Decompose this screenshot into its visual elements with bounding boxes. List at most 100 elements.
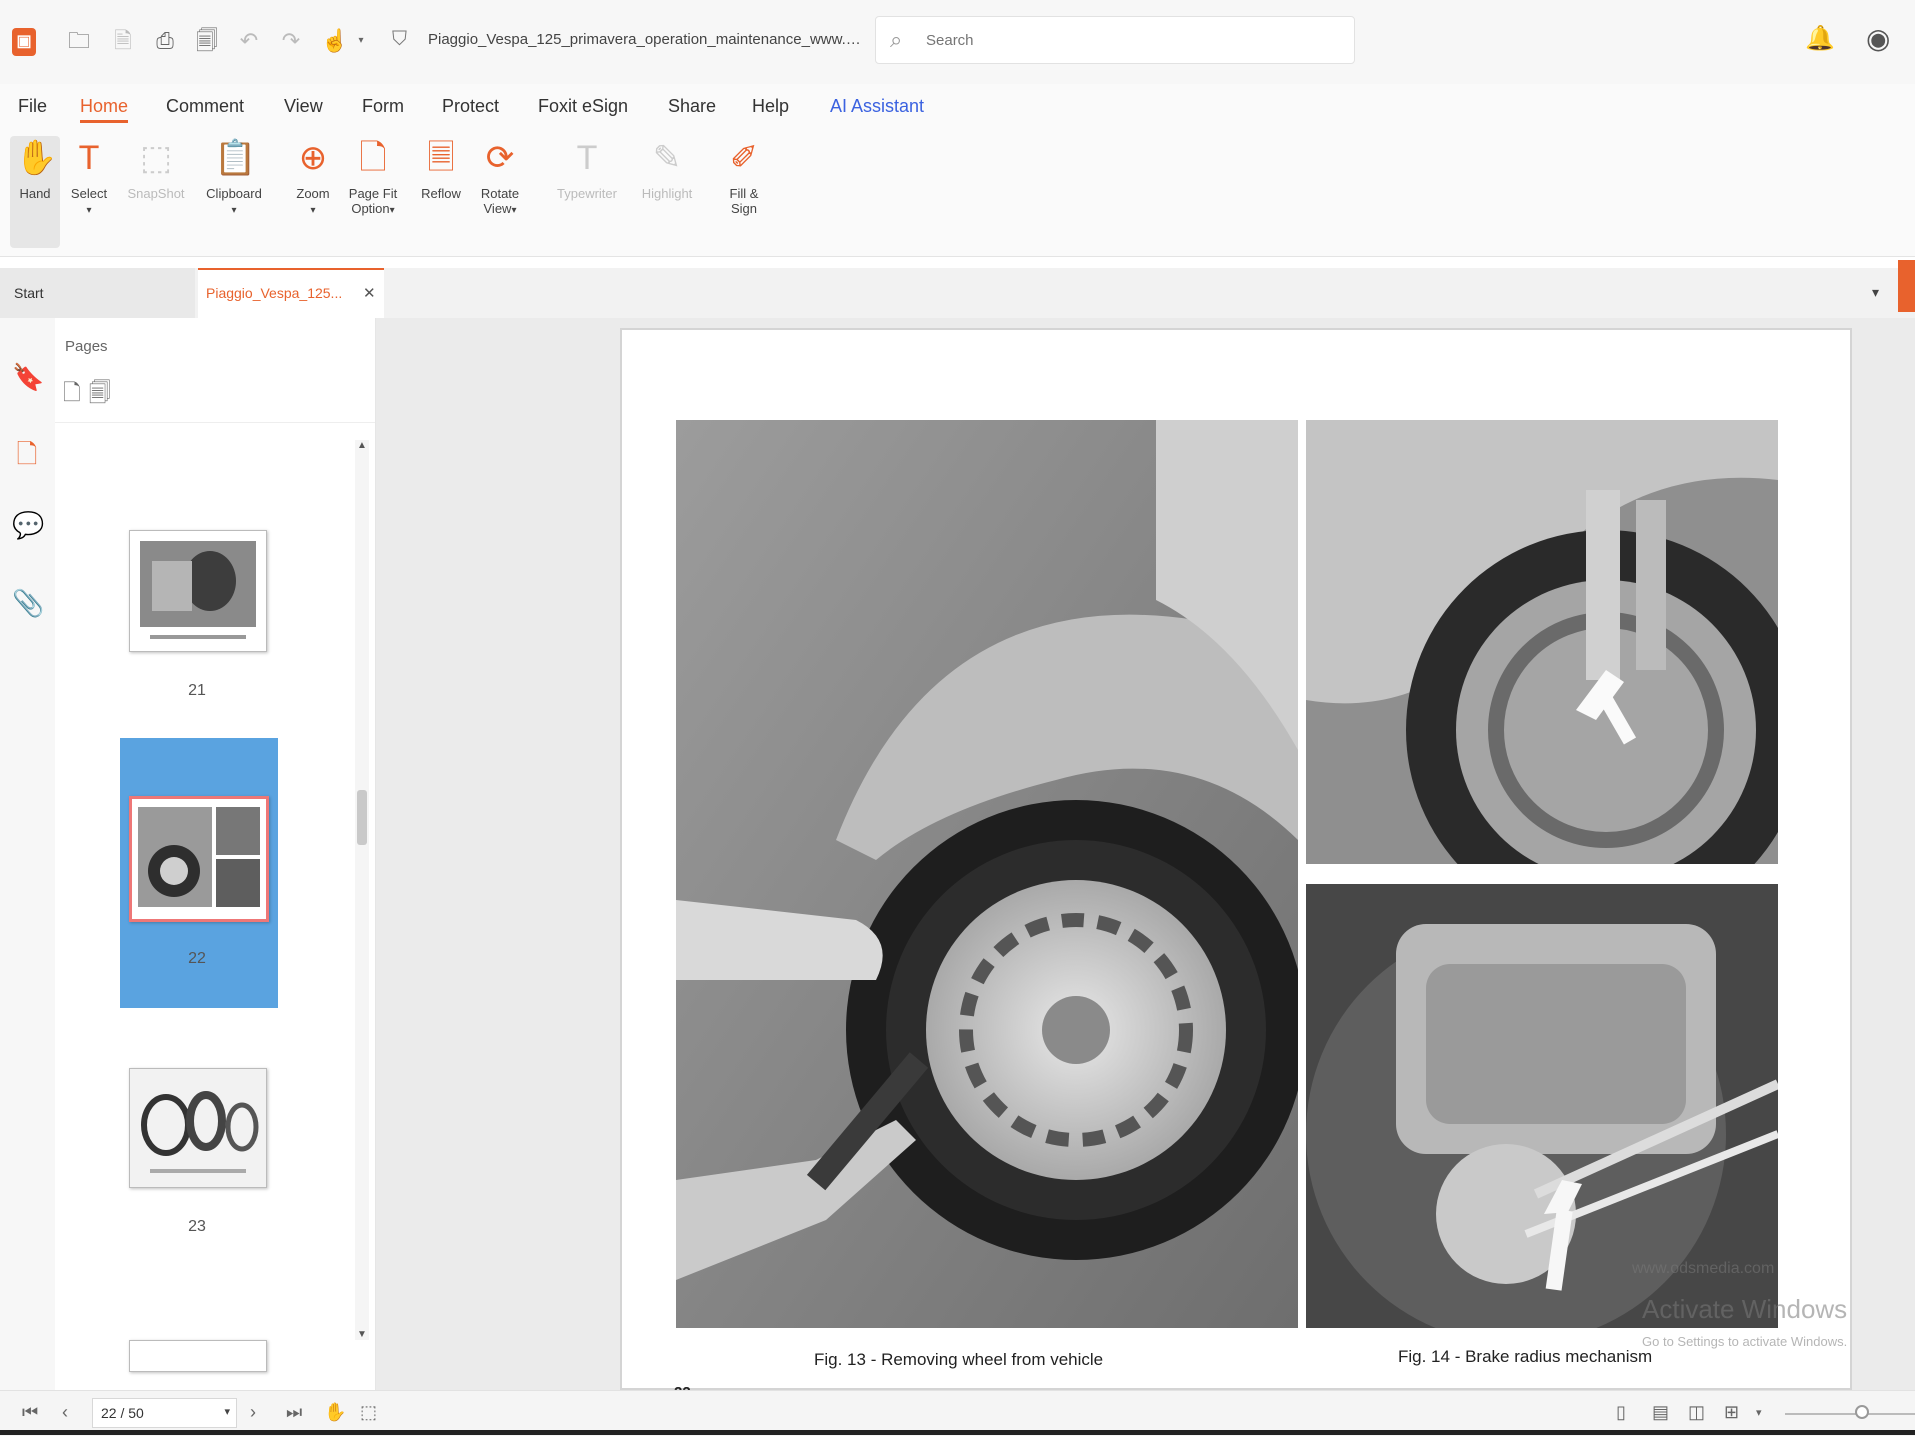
search-input[interactable] bbox=[924, 28, 1328, 52]
continuous-facing-view-icon[interactable]: ⊞ bbox=[1724, 1402, 1739, 1423]
page-thumbnail[interactable] bbox=[129, 530, 267, 652]
zoom-slider-track[interactable] bbox=[1785, 1413, 1915, 1415]
ribbon-toolbar: ✋ Hand T Select ▾ ⬚ SnapShot 📋 Clipboard ▾… bbox=[0, 128, 1915, 257]
os-taskbar bbox=[0, 1430, 1915, 1435]
figure-14-top-photo bbox=[1306, 420, 1778, 864]
snapshot-button[interactable]: ⬚ SnapShot bbox=[122, 136, 190, 201]
scroll-up-icon[interactable]: ▲ bbox=[357, 440, 367, 451]
pages-icon[interactable]: 🗋 bbox=[12, 436, 42, 470]
attachment-icon[interactable]: 📎 bbox=[12, 588, 44, 622]
reflow-label: Reflow bbox=[421, 186, 461, 201]
menu-foxit-esign[interactable]: Foxit eSign bbox=[538, 96, 628, 117]
scrollbar-thumb[interactable] bbox=[357, 790, 367, 845]
menu-ai-assistant[interactable]: AI Assistant bbox=[830, 96, 924, 117]
rotate-icon: ⟳ bbox=[485, 139, 515, 177]
page-thumbnail-number: 22 bbox=[188, 950, 206, 967]
close-tab-icon[interactable]: ✕ bbox=[363, 284, 376, 302]
tab-document[interactable]: Piaggio_Vespa_125... ✕ bbox=[198, 268, 384, 318]
clipboard-button[interactable]: 📋 Clipboard ▾ bbox=[198, 136, 270, 216]
tab-start[interactable]: Start bbox=[0, 268, 195, 318]
page-fit-label-1: Page Fit bbox=[348, 186, 398, 201]
search-box[interactable]: ⌕ bbox=[875, 16, 1355, 64]
snapshot-icon: ⬚ bbox=[139, 139, 173, 177]
menu-file[interactable]: File bbox=[18, 96, 47, 117]
pages-panel-scrollbar[interactable]: ▲ ▼ bbox=[355, 440, 369, 1340]
tab-document-label: Piaggio_Vespa_125... bbox=[206, 285, 343, 301]
last-page-icon[interactable]: ⏭ bbox=[286, 1402, 302, 1423]
foxit-logo-icon: ▣ bbox=[12, 28, 36, 56]
menu-comment[interactable]: Comment bbox=[166, 96, 244, 117]
undo-icon[interactable]: ↶ bbox=[234, 26, 264, 56]
fill-sign-icon: ✐ bbox=[729, 139, 759, 177]
figure-14-caption: Fig. 14 - Brake radius mechanism bbox=[1398, 1347, 1653, 1366]
print-icon[interactable]: ⎙ bbox=[150, 26, 180, 56]
open-folder-icon[interactable]: 🗀 bbox=[64, 26, 94, 56]
reflow-button[interactable]: 🗏 Reflow bbox=[414, 136, 468, 201]
select-label: Select bbox=[70, 186, 108, 201]
menu-form[interactable]: Form bbox=[362, 96, 404, 117]
search-icon: ⌕ bbox=[890, 27, 903, 52]
menu-view[interactable]: View bbox=[284, 96, 323, 117]
side-panel-toggle[interactable] bbox=[1898, 260, 1915, 312]
typewriter-icon: T bbox=[576, 139, 598, 177]
page-thumbnail-number: 21 bbox=[188, 682, 206, 699]
windows-activation-subtitle: Go to Settings to activate Windows. bbox=[1642, 1334, 1848, 1349]
page-properties-icon[interactable]: 🗐 bbox=[89, 380, 119, 405]
rotate-label-2: View bbox=[483, 201, 512, 216]
previous-page-icon[interactable]: ‹ bbox=[62, 1402, 68, 1423]
insert-page-icon[interactable]: 🗋 bbox=[63, 380, 89, 405]
next-page-icon[interactable]: › bbox=[250, 1402, 256, 1423]
bookmark-icon[interactable]: 🔖 bbox=[12, 362, 44, 396]
shield-icon: ⛉ bbox=[392, 28, 407, 50]
menu-home[interactable]: Home bbox=[80, 96, 129, 123]
select-tool-button[interactable]: T Select ▾ bbox=[66, 136, 112, 216]
text-select-icon: T bbox=[78, 139, 100, 177]
page-fit-option-button[interactable]: 🗋 Page Fit Option▾ bbox=[344, 136, 402, 216]
page-thumbnail[interactable] bbox=[129, 1068, 267, 1188]
menu-share[interactable]: Share bbox=[668, 96, 716, 117]
account-icon[interactable]: ◉ bbox=[1866, 22, 1890, 55]
page-number-input[interactable] bbox=[99, 1404, 213, 1422]
continuous-view-icon[interactable]: ▤ bbox=[1652, 1402, 1669, 1423]
save-icon[interactable]: 🗎 bbox=[108, 26, 138, 56]
hand-label: Hand bbox=[19, 186, 51, 201]
typewriter-button[interactable]: T Typewriter bbox=[548, 136, 626, 201]
zoom-button[interactable]: ⊕ Zoom ▾ bbox=[290, 136, 336, 216]
reflow-icon: 🗏 bbox=[427, 139, 455, 177]
rotate-view-button[interactable]: ⟳ Rotate View▾ bbox=[474, 136, 526, 216]
fill-sign-label-2: Sign bbox=[730, 201, 758, 216]
zoom-slider-knob[interactable] bbox=[1855, 1405, 1869, 1419]
facing-view-icon[interactable]: ◫ bbox=[1688, 1402, 1705, 1423]
document-view[interactable]: Fig. 13 - Removing wheel from vehicle Fi… bbox=[376, 318, 1915, 1401]
comments-icon[interactable]: 💬 bbox=[12, 510, 44, 544]
page-thumbnail-number: 23 bbox=[188, 1218, 206, 1235]
pages-panel-title: Pages bbox=[65, 338, 108, 355]
tab-list-dropdown-icon[interactable]: ▾ bbox=[1872, 284, 1879, 301]
zoom-label: Zoom bbox=[296, 186, 330, 201]
select-mode-icon[interactable]: ⬚ bbox=[360, 1402, 377, 1423]
pages-panel-tools: 🗋🗐 bbox=[63, 376, 119, 414]
menu-help[interactable]: Help bbox=[752, 96, 789, 117]
highlight-button[interactable]: ✎ Highlight bbox=[632, 136, 702, 201]
fill-sign-button[interactable]: ✐ Fill & Sign bbox=[718, 136, 770, 216]
page-dropdown-icon[interactable]: ▾ bbox=[224, 1405, 230, 1418]
pdf-page[interactable]: Fig. 13 - Removing wheel from vehicle Fi… bbox=[620, 328, 1852, 1401]
title-bar: ▣ 🗀 🗎 ⎙ 🗐 ↶ ↷ ☝ ▾ ⛉ Piaggio_Vespa_125_pr… bbox=[0, 0, 1915, 85]
new-document-icon[interactable]: 🗐 bbox=[192, 26, 222, 56]
page-thumbnail-selected[interactable] bbox=[129, 796, 269, 922]
menu-protect[interactable]: Protect bbox=[442, 96, 499, 117]
first-page-icon[interactable]: ⏮ bbox=[22, 1402, 38, 1423]
typewriter-label: Typewriter bbox=[557, 186, 617, 201]
zoom-icon: ⊕ bbox=[298, 139, 328, 177]
hand-mode-icon[interactable]: ✋ bbox=[324, 1402, 346, 1423]
scroll-down-icon[interactable]: ▼ bbox=[357, 1329, 367, 1340]
single-page-view-icon[interactable]: ▯ bbox=[1616, 1402, 1626, 1423]
quick-access-dropdown-icon[interactable]: ▾ bbox=[346, 26, 376, 56]
page-thumbnail[interactable] bbox=[129, 1340, 267, 1372]
page-navigator[interactable]: ▾ bbox=[92, 1398, 237, 1428]
view-mode-dropdown-icon[interactable]: ▾ bbox=[1756, 1406, 1762, 1419]
hand-tool-button[interactable]: ✋ Hand bbox=[10, 136, 60, 248]
redo-icon[interactable]: ↷ bbox=[276, 26, 306, 56]
highlight-label: Highlight bbox=[641, 186, 693, 201]
notification-bell-icon[interactable]: 🔔 bbox=[1805, 24, 1835, 53]
